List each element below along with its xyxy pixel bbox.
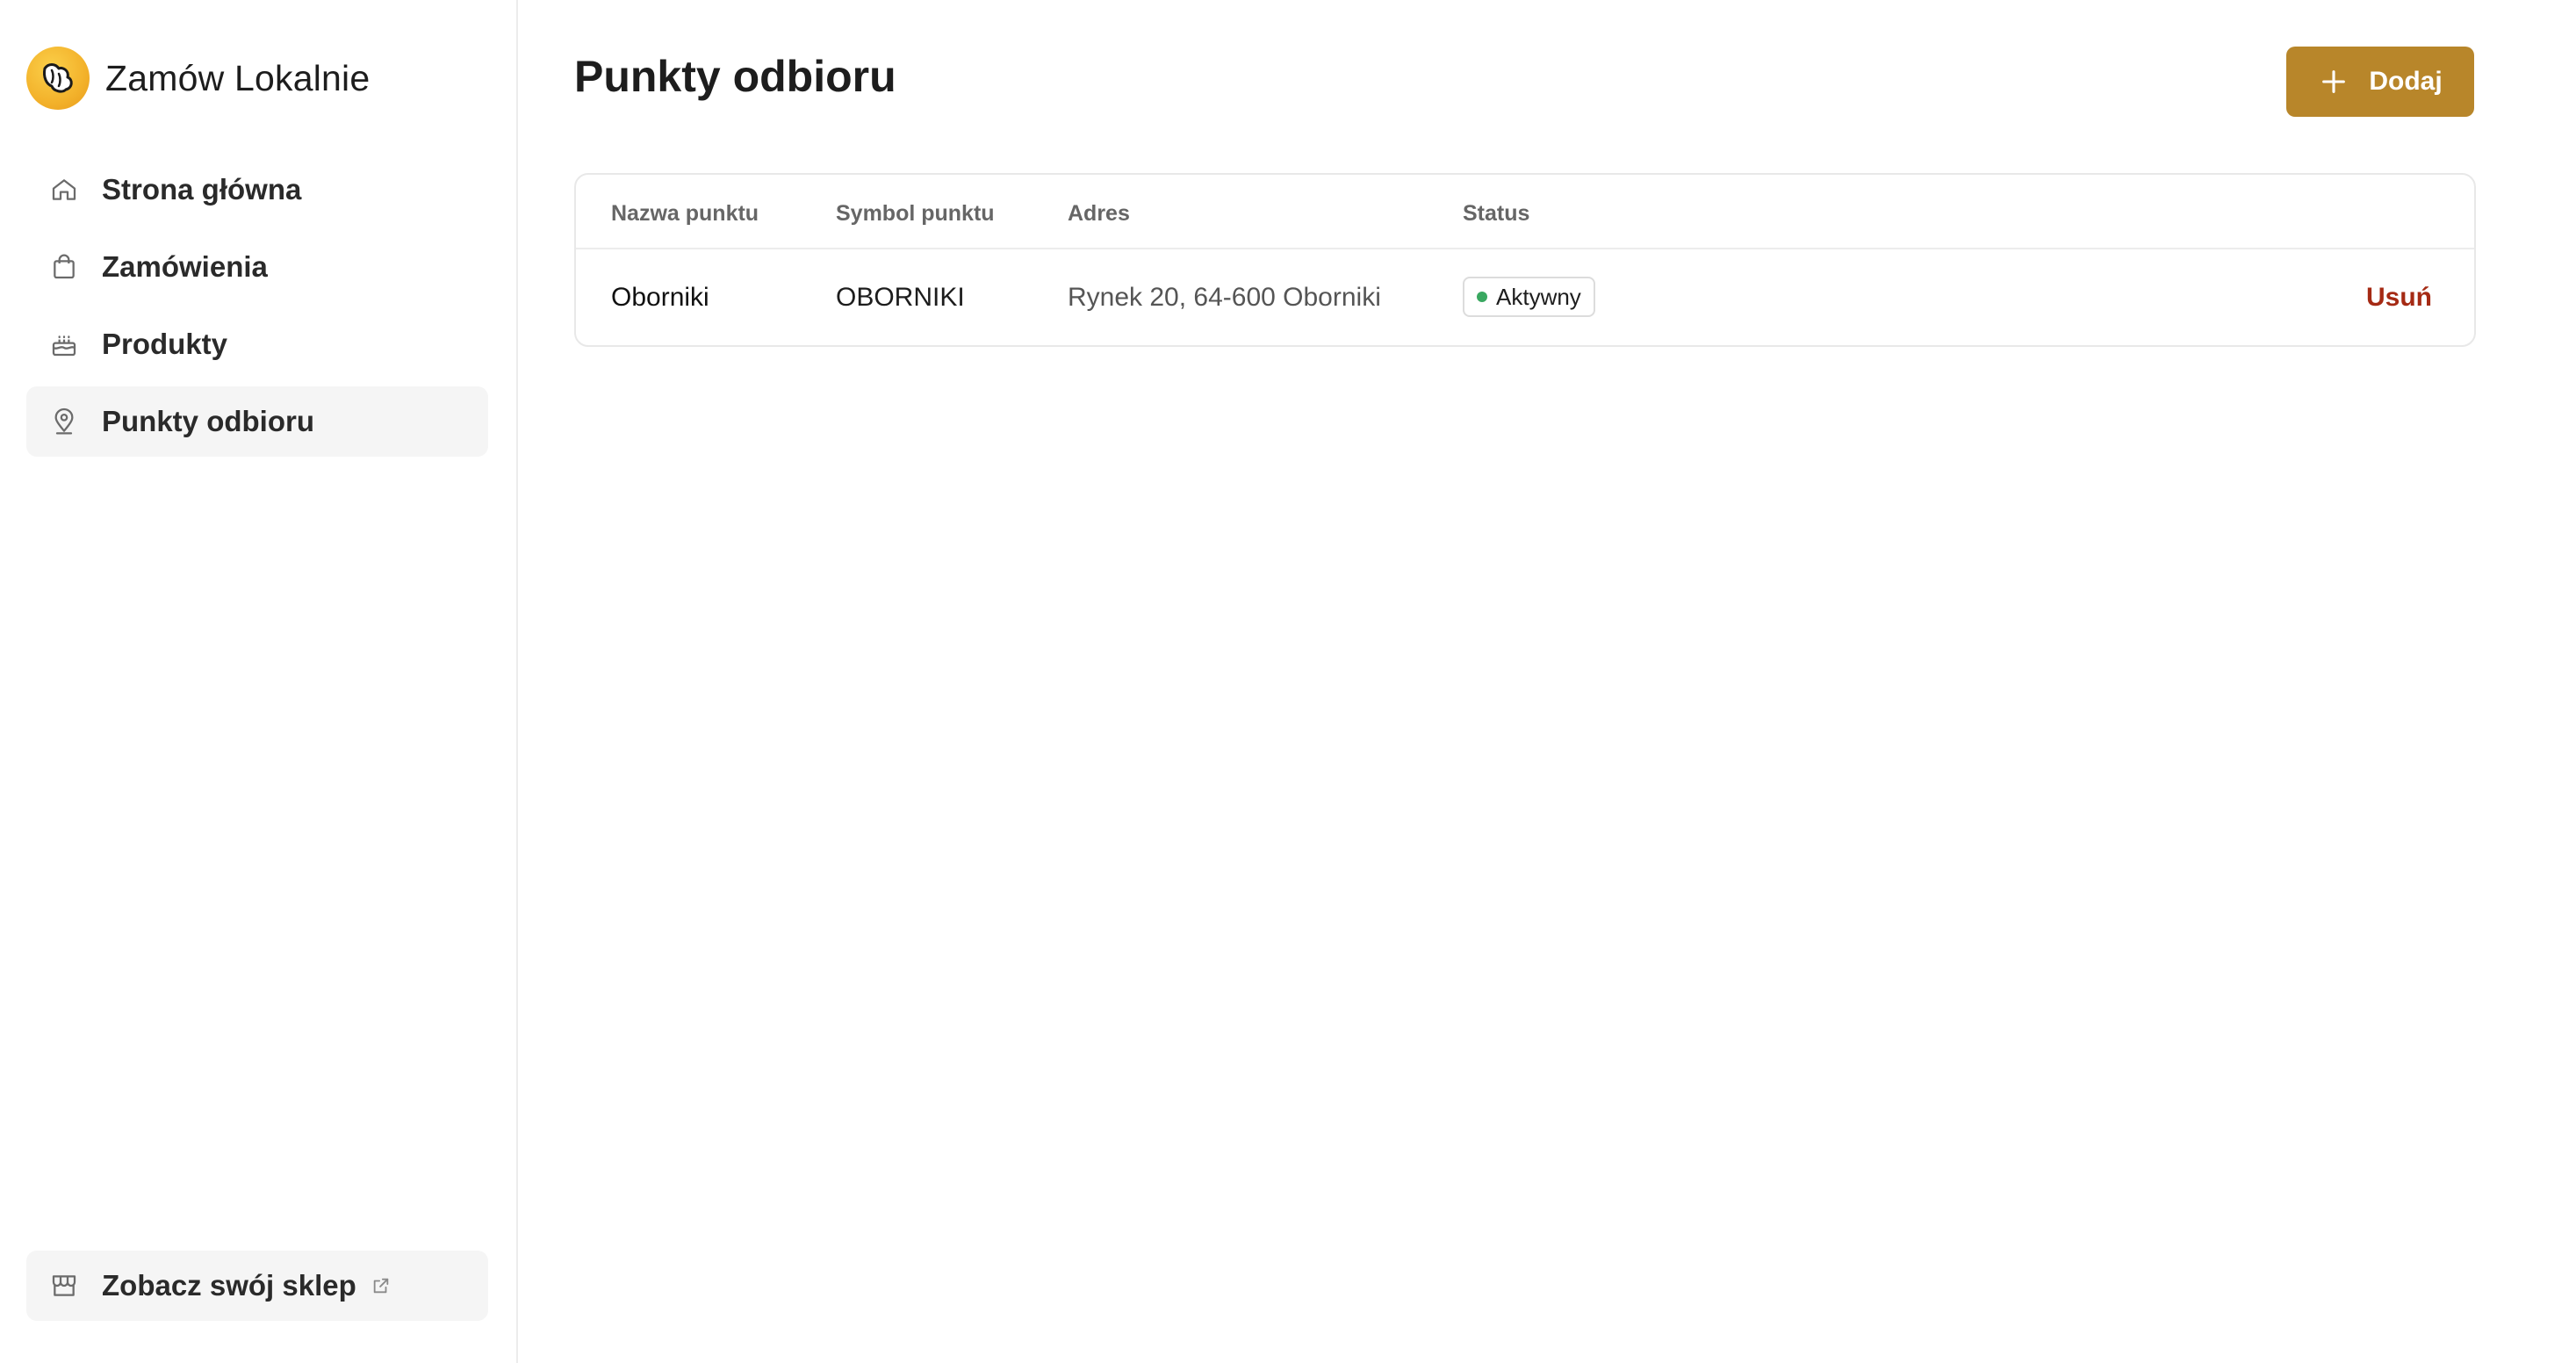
delete-button[interactable]: Usuń <box>2366 283 2432 313</box>
column-header-address[interactable]: Adres <box>1068 201 1130 227</box>
view-store-link[interactable]: Zobacz swój sklep <box>26 1251 488 1321</box>
map-pin-icon <box>49 407 79 436</box>
sidebar-item-label: Strona główna <box>102 173 302 206</box>
store-icon <box>49 1271 79 1301</box>
column-header-status[interactable]: Status <box>1463 201 1529 227</box>
cell-name: Oborniki <box>611 283 709 312</box>
cell-address: Rynek 20, 64-600 Oborniki <box>1068 283 1381 312</box>
table-header: Nazwa punktu Symbol punktu Adres Status <box>576 175 2474 249</box>
plus-icon <box>2318 66 2349 97</box>
sidebar-item-label: Produkty <box>102 328 228 360</box>
column-header-name[interactable]: Nazwa punktu <box>611 201 759 227</box>
croissant-icon <box>26 47 90 110</box>
sidebar-item-label: Punkty odbioru <box>102 405 314 437</box>
shopping-bag-icon <box>49 252 79 282</box>
sidebar-item-products[interactable]: Produkty <box>26 309 488 379</box>
cake-icon <box>49 329 79 359</box>
sidebar-item-label: Zamówienia <box>102 250 268 283</box>
page-title: Punkty odbioru <box>574 52 896 101</box>
column-header-symbol[interactable]: Symbol punktu <box>836 201 995 227</box>
sidebar-item-pickup-points[interactable]: Punkty odbioru <box>26 386 488 457</box>
status-label: Aktywny <box>1496 283 1581 310</box>
sidebar-nav: Strona główna Zamówienia Produkty Punkty… <box>26 155 488 464</box>
view-store-label: Zobacz swój sklep <box>102 1269 356 1302</box>
cell-symbol: OBORNIKI <box>836 283 965 312</box>
sidebar-item-orders[interactable]: Zamówienia <box>26 232 488 302</box>
status-badge: Aktywny <box>1463 277 1595 317</box>
main-content: Punkty odbioru Dodaj Nazwa punktu Symbol… <box>520 0 2576 1363</box>
app-name: Zamów Lokalnie <box>105 57 371 98</box>
table-row[interactable]: Oborniki OBORNIKI Rynek 20, 64-600 Oborn… <box>576 249 2474 345</box>
home-icon <box>49 175 79 205</box>
sidebar-item-home[interactable]: Strona główna <box>26 155 488 225</box>
status-dot-icon <box>1477 292 1487 302</box>
add-button-label: Dodaj <box>2369 67 2443 96</box>
brand[interactable]: Zamów Lokalnie <box>26 46 370 111</box>
sidebar: Zamów Lokalnie Strona główna Zamówienia <box>0 0 518 1363</box>
pickup-points-table: Nazwa punktu Symbol punktu Adres Status … <box>574 173 2476 347</box>
external-link-icon <box>371 1275 392 1296</box>
add-button[interactable]: Dodaj <box>2286 47 2474 117</box>
